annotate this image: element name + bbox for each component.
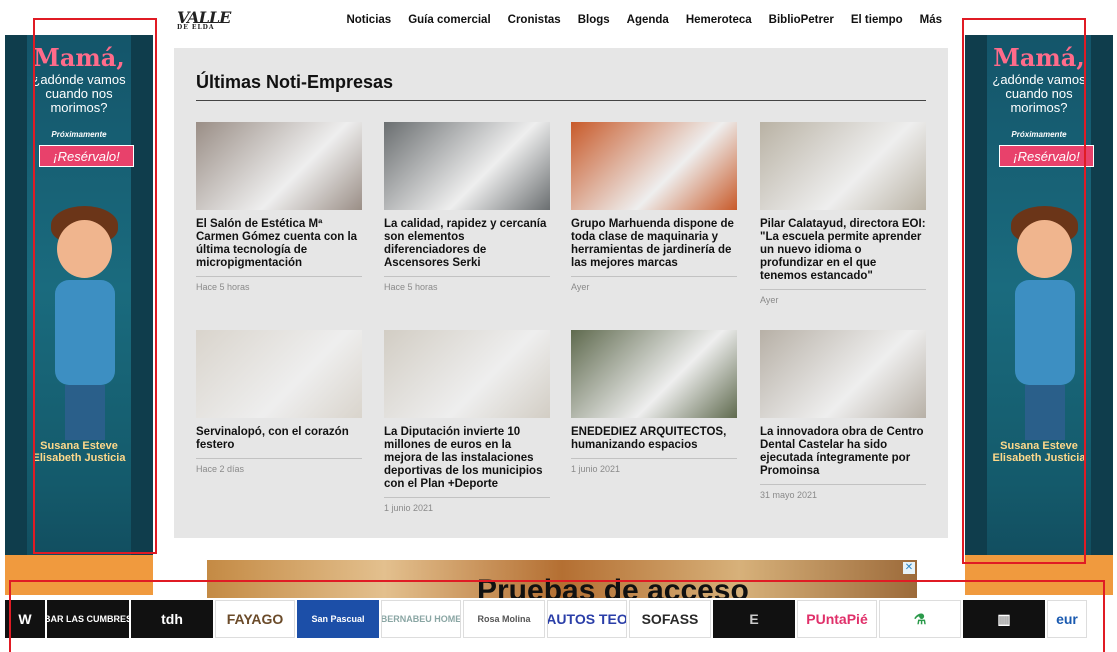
article-card[interactable]: El Salón de Estética Mª Carmen Gómez cue…	[196, 122, 362, 292]
nav-item-el-tiempo[interactable]: El tiempo	[851, 14, 903, 26]
divider	[196, 276, 362, 277]
divider	[196, 458, 362, 459]
top-bar: VALLE DE ELDA Noticias Guía comercial Cr…	[165, 0, 950, 40]
article-image[interactable]	[760, 330, 926, 418]
section-title: Últimas Noti-Empresas	[196, 72, 394, 92]
article-headline[interactable]: La calidad, rapidez y cercanía son eleme…	[384, 218, 550, 270]
article-image[interactable]	[384, 330, 550, 418]
highlight-frame-bottom	[9, 580, 1105, 652]
divider	[571, 458, 737, 459]
ad-curtain	[1091, 35, 1113, 595]
nav-item-cronistas[interactable]: Cronistas	[508, 14, 561, 26]
divider	[760, 289, 926, 290]
page: VALLE DE ELDA Noticias Guía comercial Cr…	[0, 0, 1117, 652]
ad-curtain	[5, 35, 27, 595]
divider	[760, 484, 926, 485]
divider	[384, 497, 550, 498]
main-nav: Noticias Guía comercial Cronistas Blogs …	[346, 14, 942, 26]
nav-item-guia-comercial[interactable]: Guía comercial	[408, 14, 490, 26]
close-icon[interactable]: ✕	[903, 562, 915, 574]
highlight-frame-left	[33, 18, 157, 554]
nav-item-blogs[interactable]: Blogs	[578, 14, 610, 26]
nav-item-hemeroteca[interactable]: Hemeroteca	[686, 14, 752, 26]
article-headline[interactable]: Grupo Marhuenda dispone de toda clase de…	[571, 218, 737, 270]
article-time: 31 mayo 2021	[760, 490, 818, 500]
article-image[interactable]	[196, 122, 362, 210]
article-time: Hace 5 horas	[384, 282, 438, 292]
article-card[interactable]: Grupo Marhuenda dispone de toda clase de…	[571, 122, 737, 292]
title-divider	[196, 100, 926, 101]
article-headline[interactable]: Servinalopó, con el corazón festero	[196, 426, 362, 452]
article-image[interactable]	[571, 330, 737, 418]
article-time: 1 junio 2021	[571, 464, 621, 474]
article-image[interactable]	[760, 122, 926, 210]
divider	[384, 276, 550, 277]
article-time: Ayer	[571, 282, 590, 292]
divider	[571, 276, 737, 277]
article-headline[interactable]: La innovadora obra de Centro Dental Cast…	[760, 426, 926, 478]
article-card[interactable]: Servinalopó, con el corazón festero Hace…	[196, 330, 362, 474]
article-time: Hace 2 días	[196, 464, 245, 474]
article-card[interactable]: ENEDEDIEZ ARQUITECTOS, humanizando espac…	[571, 330, 737, 474]
noti-empresas-panel: Últimas Noti-Empresas El Salón de Estéti…	[174, 48, 948, 538]
article-time: Ayer	[760, 295, 779, 305]
article-headline[interactable]: El Salón de Estética Mª Carmen Gómez cue…	[196, 218, 362, 270]
nav-item-agenda[interactable]: Agenda	[627, 14, 669, 26]
nav-item-noticias[interactable]: Noticias	[346, 14, 391, 26]
article-card[interactable]: La Diputación invierte 10 millones de eu…	[384, 330, 550, 513]
nav-item-bibliopetrer[interactable]: BiblioPetrer	[769, 14, 834, 26]
article-card[interactable]: La innovadora obra de Centro Dental Cast…	[760, 330, 926, 500]
article-card[interactable]: La calidad, rapidez y cercanía son eleme…	[384, 122, 550, 292]
article-headline[interactable]: Pilar Calatayud, directora EOI: "La escu…	[760, 218, 926, 283]
article-image[interactable]	[384, 122, 550, 210]
nav-item-mas[interactable]: Más	[920, 14, 942, 26]
highlight-frame-right	[962, 18, 1086, 564]
site-logo[interactable]: VALLE DE ELDA	[177, 8, 231, 31]
article-headline[interactable]: ENEDEDIEZ ARQUITECTOS, humanizando espac…	[571, 426, 737, 452]
article-time: Hace 5 horas	[196, 282, 250, 292]
article-headline[interactable]: La Diputación invierte 10 millones de eu…	[384, 426, 550, 491]
article-card[interactable]: Pilar Calatayud, directora EOI: "La escu…	[760, 122, 926, 305]
article-image[interactable]	[571, 122, 737, 210]
article-image[interactable]	[196, 330, 362, 418]
article-time: 1 junio 2021	[384, 503, 434, 513]
